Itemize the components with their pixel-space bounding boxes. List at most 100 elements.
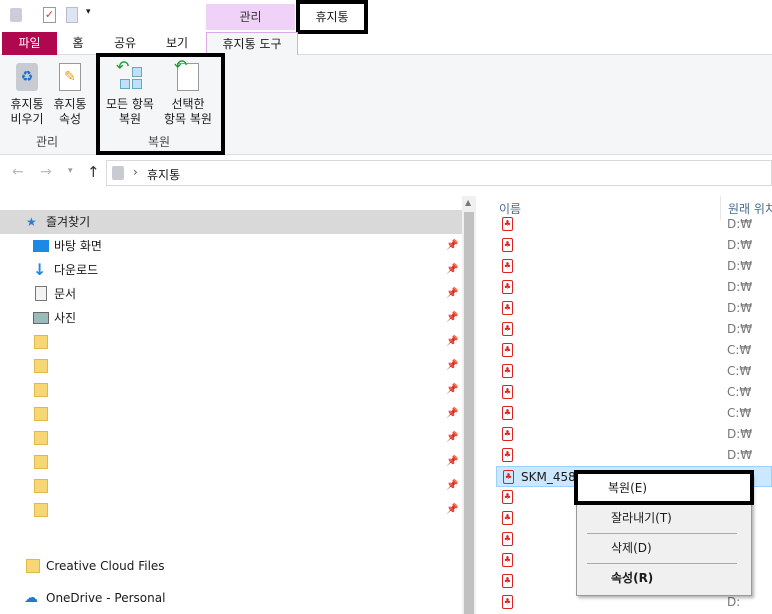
file-row[interactable]: ♣ C:₩: [496, 340, 772, 361]
pictures-icon: [33, 312, 49, 324]
group-manage-label: 관리: [36, 135, 59, 149]
label: 비우기: [10, 112, 44, 126]
back-icon[interactable]: ←: [12, 164, 24, 180]
label: 문서: [54, 287, 77, 301]
pin-icon[interactable]: 📌: [446, 258, 458, 282]
properties-icon[interactable]: ✓: [43, 7, 56, 23]
original-location: D:₩: [727, 280, 753, 294]
recycle-bin-icon: ♻: [16, 63, 38, 91]
menu-delete[interactable]: 삭제(D): [577, 536, 751, 560]
new-folder-icon[interactable]: [66, 7, 78, 23]
scrollbar-thumb[interactable]: [464, 212, 474, 614]
navigation-pane: ★ 즐겨찾기 바탕 화면 📌 ↓ 다운로드 📌 문서 📌 사진 📌 📌 📌 📌 📌 📌 📌…: [0, 210, 462, 614]
customize-dropdown-icon[interactable]: ▾: [86, 7, 91, 17]
original-location: D:₩: [727, 238, 753, 252]
quick-access-toolbar: ✓ ▾: [0, 0, 772, 30]
file-row[interactable]: ♣ D:₩: [496, 424, 772, 445]
nav-folder[interactable]: 📌: [0, 450, 462, 474]
nav-downloads[interactable]: ↓ 다운로드 📌: [0, 258, 462, 282]
pdf-file-icon: ♣: [502, 532, 513, 546]
label: 즐겨찾기: [46, 215, 91, 229]
tab-view[interactable]: 보기: [152, 32, 202, 55]
menu-restore-highlight: 복원(E): [574, 470, 754, 505]
menu-properties[interactable]: 속성(R): [577, 566, 751, 590]
file-row[interactable]: ♣ D:₩: [496, 445, 772, 466]
pdf-file-icon: ♣: [502, 406, 513, 420]
address-path: 휴지통: [147, 168, 181, 182]
pin-icon[interactable]: 📌: [446, 330, 458, 354]
nav-folder[interactable]: 📌: [0, 330, 462, 354]
pin-icon[interactable]: 📌: [446, 450, 458, 474]
file-row[interactable]: ♣ D:₩: [496, 277, 772, 298]
recent-dropdown-icon[interactable]: ▾: [68, 166, 73, 176]
pdf-file-icon: ♣: [502, 259, 513, 273]
file-row[interactable]: ♣ C:₩: [496, 361, 772, 382]
tab-home[interactable]: 홈: [58, 32, 98, 55]
empty-recycle-bin-button[interactable]: ♻ 휴지통 비우기: [6, 63, 48, 127]
pin-icon[interactable]: 📌: [446, 498, 458, 522]
pdf-file-icon: ♣: [502, 301, 513, 315]
folder-icon: [34, 503, 48, 517]
nav-onedrive[interactable]: ☁ OneDrive - Personal: [0, 586, 462, 610]
pin-icon[interactable]: 📌: [446, 234, 458, 258]
up-icon[interactable]: ↑: [87, 163, 100, 181]
pdf-file-icon: ♣: [502, 427, 513, 441]
pin-icon[interactable]: 📌: [446, 306, 458, 330]
original-location: D:₩: [727, 322, 753, 336]
menu-separator: [587, 533, 737, 534]
pin-icon[interactable]: 📌: [446, 282, 458, 306]
properties-icon: ✎: [59, 63, 81, 91]
nav-folder[interactable]: 📌: [0, 498, 462, 522]
original-location: C:₩: [727, 343, 752, 357]
original-location: C:₩: [727, 406, 752, 420]
pin-icon[interactable]: 📌: [446, 402, 458, 426]
file-row[interactable]: ♣ D:₩: [496, 235, 772, 256]
original-location: C:₩: [727, 385, 752, 399]
pdf-file-icon: ♣: [502, 511, 513, 525]
menu-cut[interactable]: 잘라내기(T): [577, 506, 751, 530]
folder-icon: [34, 359, 48, 373]
label: Creative Cloud Files: [46, 559, 165, 573]
folder-icon: [34, 407, 48, 421]
nav-folder[interactable]: 📌: [0, 402, 462, 426]
file-row[interactable]: ♣ D:₩: [496, 319, 772, 340]
pin-icon[interactable]: 📌: [446, 474, 458, 498]
nav-creative-cloud[interactable]: Creative Cloud Files: [0, 554, 462, 578]
nav-desktop[interactable]: 바탕 화면 📌: [0, 234, 462, 258]
nav-folder[interactable]: 📌: [0, 354, 462, 378]
recycle-bin-icon[interactable]: [10, 8, 22, 22]
original-location: D:₩: [727, 217, 753, 231]
star-icon: ★: [26, 215, 37, 229]
recycle-bin-properties-button[interactable]: ✎ 휴지통 속성: [49, 63, 91, 127]
folder-icon: [34, 431, 48, 445]
nav-folder[interactable]: 📌: [0, 426, 462, 450]
file-row[interactable]: ♣ D:₩: [496, 256, 772, 277]
nav-pictures[interactable]: 사진 📌: [0, 306, 462, 330]
nav-folder[interactable]: 📌: [0, 474, 462, 498]
file-row[interactable]: ♣ C:₩: [496, 403, 772, 424]
download-icon: ↓: [33, 260, 47, 279]
pin-icon[interactable]: 📌: [446, 378, 458, 402]
folder-icon: [26, 559, 40, 573]
nav-documents[interactable]: 문서 📌: [0, 282, 462, 306]
file-row[interactable]: ♣ C:₩: [496, 382, 772, 403]
file-row[interactable]: ♣ D:₩: [496, 298, 772, 319]
tab-share[interactable]: 공유: [100, 32, 150, 55]
file-row[interactable]: ♣ D:₩: [496, 214, 772, 235]
label: 바탕 화면: [54, 239, 102, 253]
nav-folder[interactable]: 📌: [0, 378, 462, 402]
cloud-icon: ☁: [24, 590, 38, 606]
pdf-file-icon: ♣: [503, 470, 514, 484]
nav-quick-access[interactable]: ★ 즐겨찾기: [0, 210, 462, 234]
label: 휴지통: [10, 97, 44, 111]
forward-icon[interactable]: →: [40, 164, 52, 180]
pin-icon[interactable]: 📌: [446, 354, 458, 378]
pin-icon[interactable]: 📌: [446, 426, 458, 450]
original-location: D:₩: [727, 259, 753, 273]
ribbon-tabs: 파일 홈 공유 보기 휴지통 도구: [0, 30, 772, 56]
menu-restore[interactable]: 복원(E): [578, 476, 752, 500]
pdf-file-icon: ♣: [502, 448, 513, 462]
address-bar[interactable]: › 휴지통: [106, 160, 772, 186]
tab-file[interactable]: 파일: [2, 32, 57, 55]
window-title: 휴지통: [296, 0, 368, 34]
